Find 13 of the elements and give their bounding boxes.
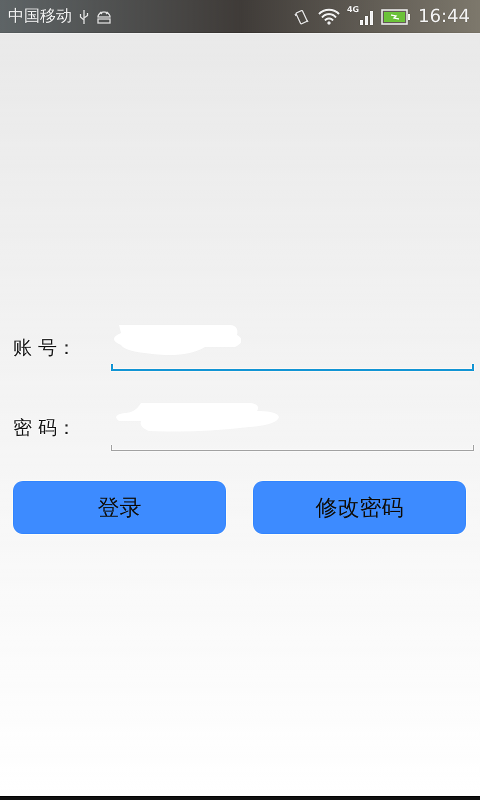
vibrate-icon [292,8,311,26]
android-icon [96,10,112,24]
action-button[interactable]: 修改密码 [253,481,466,534]
wifi-icon [318,8,340,25]
action-button[interactable]: 登录 [13,481,226,534]
network-type: 4G [346,5,360,14]
field-label: 密 码： [12,416,78,441]
field-label: 账 号： [12,336,78,361]
battery-charging-icon [381,8,412,24]
clock-time: 16:44 [418,6,470,27]
carrier-name: 中国移动 [8,6,72,27]
usb-icon [79,8,89,24]
signal-icon [360,8,374,24]
